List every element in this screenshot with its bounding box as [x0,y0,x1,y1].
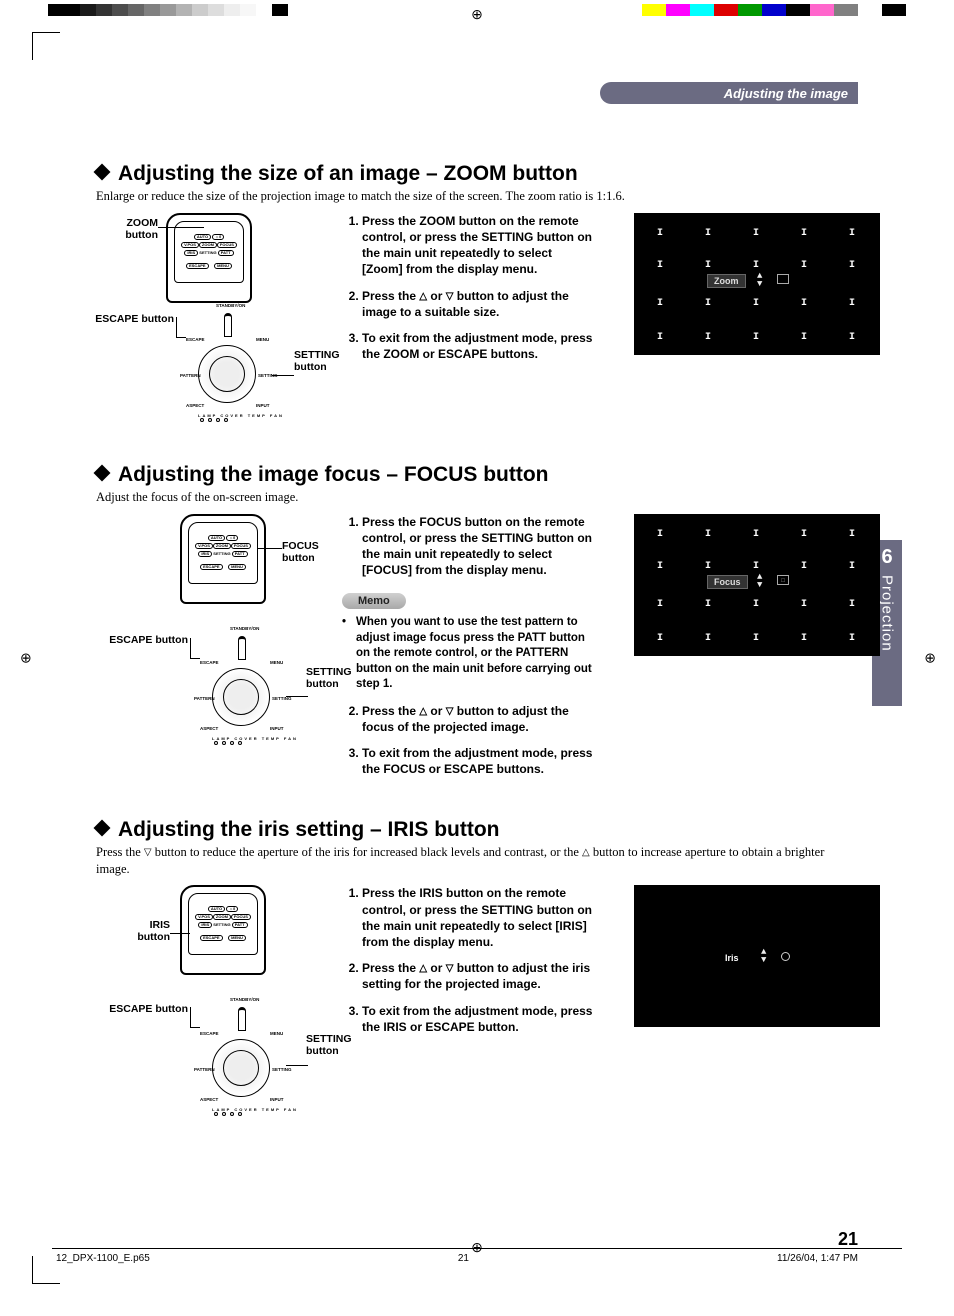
section-heading: Adjusting the size of an image – ZOOM bu… [96,162,858,186]
step-2: Press the △ or ▽ button to adjust the ir… [362,960,596,992]
memo-label: Memo [342,593,406,610]
header-band: Adjusting the image [600,82,858,104]
registration-mark-icon: ⊕ [20,650,32,667]
step-3: To exit from the adjustment mode, press … [362,330,596,362]
chapter-number: 6 [881,546,892,569]
step-2: Press the △ or ▽ button to adjust the fo… [362,703,596,735]
section-subtext: Adjust the focus of the on-screen image. [96,489,858,506]
triangle-up-icon: △ [419,963,427,974]
osd-arrows-icon: ▲▼ [761,948,766,964]
callout-iris-button: IRIS button [116,919,170,943]
callout-setting-button: SETTING button [306,1033,352,1057]
callout-zoom-button: ZOOM button [94,217,158,241]
color-strip [642,4,906,16]
osd-arrows-icon: ▲▼ [757,272,762,288]
osd-zoom-icon [777,274,789,284]
steps-focus: Press the FOCUS button on the remote con… [342,514,596,788]
diamond-icon [94,819,111,836]
step-1: Press the ZOOM button on the remote cont… [362,213,596,278]
step-2: Press the △ or ▽ button to adjust the im… [362,288,596,320]
footer-meta: 12_DPX-1100_E.p65 21 11/26/04, 1:47 PM [52,1248,902,1264]
triangle-up-icon: △ [419,291,427,302]
chapter-label: Projection [879,575,896,652]
section-subtext: Press the ▽ button to reduce the apertur… [96,844,858,878]
callout-focus-button: FOCUS button [282,540,319,564]
main-unit-illustration: ESCAPE MENU PATTERN SETTING ASPECT INPUT… [184,1025,302,1121]
callout-escape-button: ESCAPE button [80,313,174,325]
registration-mark-icon: ⊕ [924,650,936,667]
section-iris: Adjusting the iris setting – IRIS button… [96,818,858,1134]
section-subtext: Enlarge or reduce the size of the projec… [96,188,858,205]
osd-label: Iris [719,952,745,964]
page-frame: Adjusting the image 6 Projection Adjusti… [52,52,902,1264]
osd-label: Zoom [707,274,746,288]
triangle-up-icon: △ [419,706,427,717]
callout-escape-button: ESCAPE button [94,634,188,646]
step-3: To exit from the adjustment mode, press … [362,1003,596,1035]
steps-zoom: Press the ZOOM button on the remote cont… [342,213,596,373]
page-number: 21 [838,1229,858,1250]
step-1: Press the IRIS button on the remote cont… [362,885,596,950]
diagram-zoom: AUTO ☼/ⅰ V.POSZOOMFOCUS IRIS SETTING PAT… [96,213,326,433]
diamond-icon [94,464,111,481]
triangle-down-icon: ▽ [144,847,152,858]
main-unit-illustration: ESCAPE MENU PATTERN SETTING ASPECT INPUT… [170,331,288,427]
step-3: To exit from the adjustment mode, press … [362,745,596,777]
step-1: Press the FOCUS button on the remote con… [362,514,596,579]
memo-text: When you want to use the test pattern to… [342,615,596,693]
diagram-focus: AUTO ☼/ⅰ V.POSZOOMFOCUS IRIS SETTING PAT… [96,514,326,766]
section-zoom: Adjusting the size of an image – ZOOM bu… [96,162,858,433]
remote-control-illustration: AUTO ☼/ⅰ V.POSZOOMFOCUS IRIS SETTING PAT… [180,514,266,604]
main-unit-illustration: ESCAPE MENU PATTERN SETTING ASPECT INPUT… [184,654,302,750]
section-heading: Adjusting the image focus – FOCUS button [96,463,858,487]
footer-page: 21 [458,1253,469,1264]
osd-screen-iris: Iris ▲▼ [634,885,880,1027]
callout-setting-button: SETTING button [294,349,340,373]
osd-focus-icon: □ [777,575,789,585]
osd-screen-zoom: IIIIIIIIIIIIIIIIIIII Zoom ▲▼ [634,213,880,355]
steps-iris: Press the IRIS button on the remote cont… [342,885,596,1045]
osd-iris-icon [781,952,790,961]
diamond-icon [94,164,111,181]
grayscale-strip [48,4,288,16]
content-area: Adjusting the size of an image – ZOOM bu… [96,162,858,1220]
footer-date: 11/26/04, 1:47 PM [777,1253,858,1264]
section-focus: Adjusting the image focus – FOCUS button… [96,463,858,788]
callout-escape-button: ESCAPE button [94,1003,188,1015]
section-heading: Adjusting the iris setting – IRIS button [96,818,858,842]
osd-screen-focus: IIIIIIIIIIIIIIIIIIII Focus ▲▼ □ [634,514,880,656]
triangle-up-icon: △ [582,847,590,858]
remote-control-illustration: AUTO ☼/ⅰ V.POSZOOMFOCUS IRIS SETTING PAT… [180,885,266,975]
registration-mark-icon: ⊕ [471,6,483,23]
diagram-iris: AUTO ☼/ⅰ V.POSZOOMFOCUS IRIS SETTING PAT… [96,885,326,1133]
osd-label: Focus [707,575,748,589]
osd-arrows-icon: ▲▼ [757,573,762,589]
header-title: Adjusting the image [724,86,848,101]
footer-filename: 12_DPX-1100_E.p65 [56,1253,150,1264]
